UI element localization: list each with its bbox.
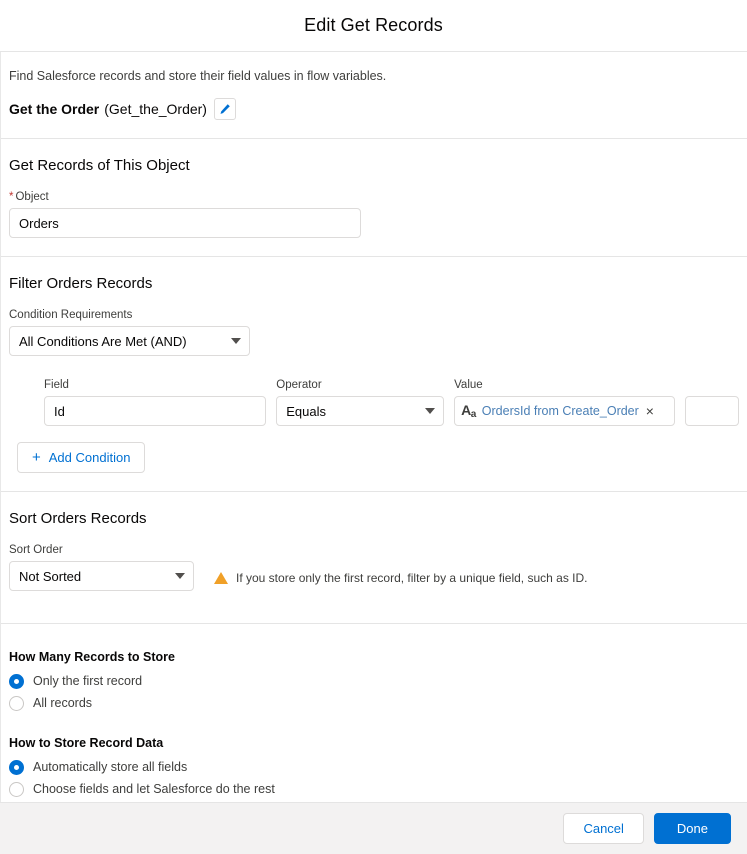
sort-section: Sort Orders Records Sort Order Not Sorte…: [1, 492, 747, 623]
warning-triangle-icon: [214, 572, 228, 584]
condition-overflow-input[interactable]: [684, 396, 739, 426]
object-input[interactable]: Orders: [9, 208, 361, 238]
add-condition-button[interactable]: + Add Condition: [17, 442, 146, 473]
filter-section: Filter Orders Records Condition Requirem…: [1, 257, 747, 491]
page-title: Edit Get Records: [304, 15, 443, 35]
condition-field-input[interactable]: Id: [44, 396, 267, 426]
object-input-value: Orders: [19, 215, 59, 231]
condition-field-value: Id: [54, 403, 65, 419]
element-label-row: Get the Order (Get_the_Order): [9, 98, 739, 138]
radio-only-first-record[interactable]: Only the first record: [9, 670, 747, 692]
store-count-title: How Many Records to Store: [9, 650, 175, 664]
radio-indicator: [9, 759, 24, 775]
overflow-column-header: [685, 378, 739, 392]
store-data-title: How to Store Record Data: [9, 736, 164, 750]
radio-choose-fields-advanced[interactable]: Choose fields and assign variables (adva…: [9, 800, 747, 802]
radio-automatically-store-all-fields[interactable]: Automatically store all fields: [9, 756, 747, 778]
merge-field-pill-text: OrdersId from Create_Order: [481, 404, 639, 418]
condition-overflow-column: [684, 378, 739, 426]
intro-description: Find Salesforce records and store their …: [9, 69, 387, 83]
sort-warning-text: If you store only the first record, filt…: [236, 571, 588, 585]
condition-row: Field Id Operator Equals Value Aa Orders…: [44, 378, 739, 426]
radio-indicator: [9, 673, 24, 689]
radio-label: Choose fields and let Salesforce do the …: [33, 782, 275, 796]
chevron-down-icon: [231, 338, 241, 344]
value-column-header: Value: [454, 379, 483, 391]
text-type-icon: Aa: [461, 401, 476, 420]
sort-warning: If you store only the first record, filt…: [214, 571, 588, 585]
store-data-section: How to Store Record Data Automatically s…: [9, 736, 747, 802]
plus-icon: +: [32, 449, 41, 466]
object-section-title: Get Records of This Object: [9, 157, 190, 174]
object-section: Get Records of This Object * Object Order…: [1, 139, 747, 256]
modal-body: Find Salesforce records and store their …: [0, 52, 747, 802]
divider: [1, 623, 747, 624]
object-label-text: Object: [15, 191, 49, 203]
element-label: Get the Order: [9, 101, 100, 117]
sort-section-title: Sort Orders Records: [9, 510, 147, 527]
radio-label: All records: [33, 696, 93, 710]
condition-operator-column: Operator Equals: [276, 378, 445, 426]
sort-order-row: Sort Order Not Sorted If you store only …: [9, 543, 739, 591]
modal-header: Edit Get Records: [0, 0, 747, 52]
element-api-name: (Get_the_Order): [104, 101, 207, 117]
pencil-icon[interactable]: [213, 98, 236, 120]
modal-footer: Cancel Done: [0, 802, 747, 854]
radio-label: Automatically store all fields: [33, 760, 188, 774]
object-field-label: * Object: [9, 190, 739, 204]
filter-section-title: Filter Orders Records: [9, 275, 153, 292]
condition-requirements-value: All Conditions Are Met (AND): [19, 333, 187, 349]
chevron-down-icon: [175, 573, 185, 579]
field-column-header: Field: [44, 379, 69, 391]
condition-operator-select[interactable]: Equals: [276, 396, 445, 426]
close-icon[interactable]: ×: [646, 404, 654, 418]
add-condition-label: Add Condition: [48, 450, 131, 465]
condition-value-input[interactable]: Aa OrdersId from Create_Order ×: [454, 396, 675, 426]
merge-field-pill: Aa OrdersId from Create_Order ×: [461, 403, 654, 420]
condition-requirements-label: Condition Requirements: [9, 309, 133, 321]
edit-get-records-modal: Edit Get Records Find Salesforce records…: [0, 0, 747, 854]
sort-order-label: Sort Order: [9, 544, 63, 556]
required-marker: *: [9, 191, 14, 203]
radio-label: Only the first record: [33, 674, 143, 688]
condition-operator-value: Equals: [286, 403, 327, 419]
condition-value-column: Value Aa OrdersId from Create_Order ×: [454, 378, 675, 426]
radio-indicator: [9, 781, 24, 797]
chevron-down-icon: [425, 408, 436, 414]
condition-field-column: Field Id: [44, 378, 267, 426]
condition-requirements-select[interactable]: All Conditions Are Met (AND): [9, 326, 250, 356]
intro-section: Find Salesforce records and store their …: [1, 52, 747, 138]
radio-choose-fields-salesforce[interactable]: Choose fields and let Salesforce do the …: [9, 778, 747, 800]
sort-order-select[interactable]: Not Sorted: [9, 561, 194, 591]
radio-all-records[interactable]: All records: [9, 692, 747, 714]
radio-indicator: [9, 695, 24, 711]
cancel-button[interactable]: Cancel: [563, 813, 644, 844]
sort-order-value: Not Sorted: [19, 568, 82, 584]
done-button[interactable]: Done: [653, 813, 731, 844]
store-count-section: How Many Records to Store Only the first…: [9, 650, 747, 714]
operator-column-header: Operator: [276, 379, 322, 391]
